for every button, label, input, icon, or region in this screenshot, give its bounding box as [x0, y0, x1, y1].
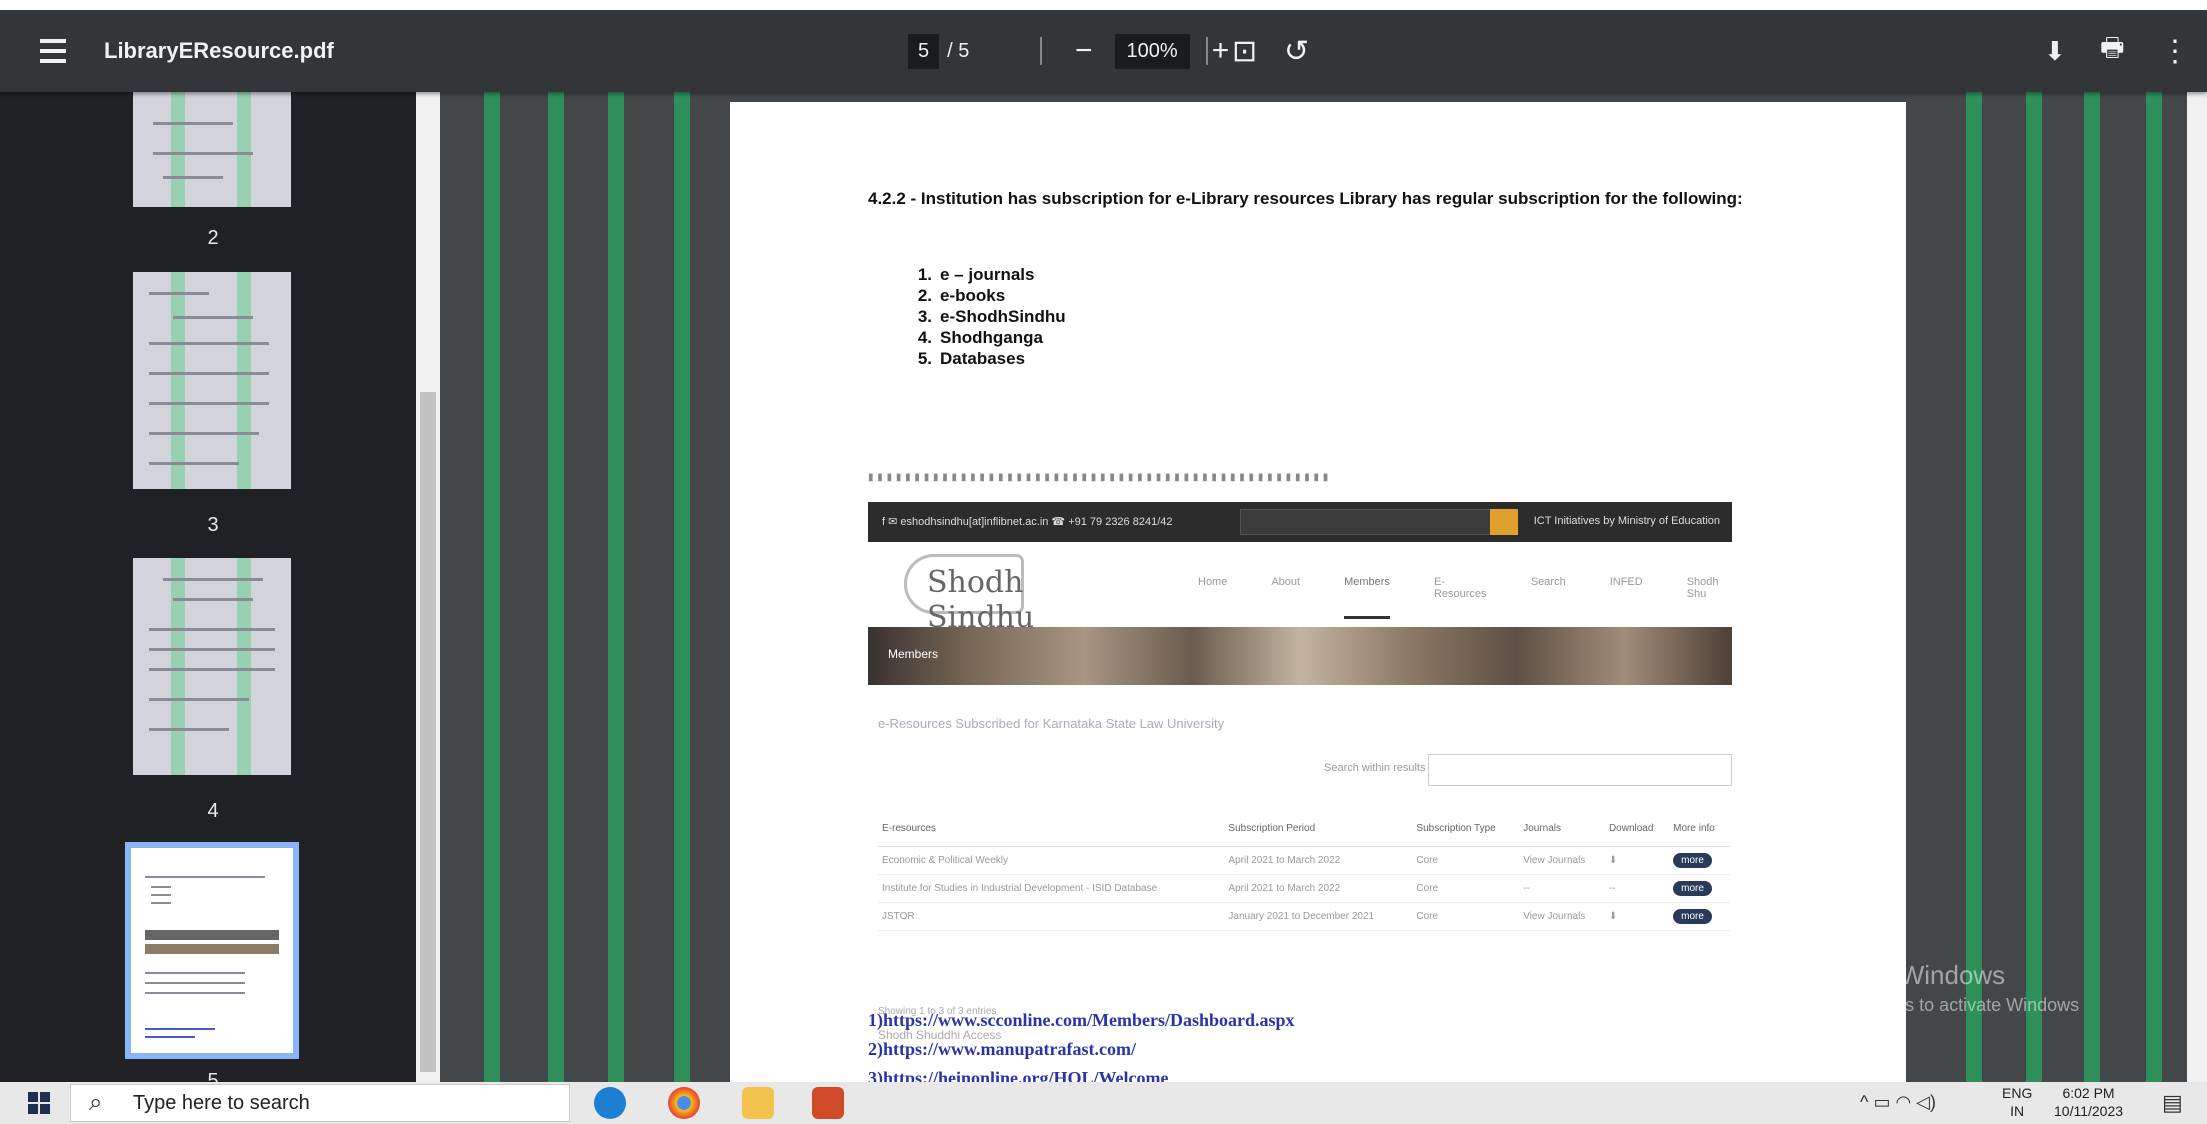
link[interactable]: 1)https://www.scconline.com/Members/Dash…: [868, 1006, 1295, 1035]
browser-bookmarks-bar: ▮ ▮ ▮ ▮ ▮ ▮ ▮ ▮ ▮ ▮ ▮ ▮ ▮ ▮ ▮ ▮ ▮ ▮ ▮ ▮ …: [868, 472, 1329, 483]
taskbar-search-input[interactable]: ⌕ Type here to search: [70, 1084, 570, 1122]
system-tray-icons[interactable]: ^ ▭ ◠ ◁): [1860, 1092, 1936, 1113]
zoom-out-button[interactable]: −: [1075, 34, 1093, 68]
thumbnail-page-3[interactable]: [133, 272, 291, 489]
thumbnail-page-5[interactable]: [125, 842, 299, 1059]
list-item: 3. e-ShodhSindhu: [917, 307, 1066, 326]
search-within-label: Search within results: [1324, 762, 1426, 774]
more-actions-icon[interactable]: ⋮: [2160, 10, 2190, 92]
download-icon: ⬇: [1604, 846, 1670, 875]
thumbnail-label: 2: [207, 227, 219, 249]
clock[interactable]: 6:02 PM 10/11/2023: [2054, 1084, 2123, 1120]
thumbnail-sidebar: 2 3 4 5: [0, 92, 440, 1092]
search-within-input: [1428, 754, 1732, 786]
chrome-icon[interactable]: [668, 1087, 700, 1119]
document-viewer: 4.2.2 - Institution has subscription for…: [440, 92, 2207, 1082]
sidebar-scrollbar[interactable]: [416, 92, 440, 1082]
link[interactable]: 3)https://heinonline.org/HOL/Welcome: [868, 1064, 1295, 1082]
more-info-button: more: [1673, 908, 1712, 924]
table-row: Institute for Studies in Industrial Deve…: [878, 874, 1730, 903]
column-header: Journals: [1519, 812, 1605, 847]
table-row: JSTOR January 2021 to December 2021 Core…: [878, 902, 1730, 931]
column-header: More info: [1669, 812, 1730, 847]
menu-icon[interactable]: [40, 10, 66, 92]
list-item: 4. Shodhganga: [917, 328, 1043, 347]
column-header: Subscription Period: [1224, 812, 1413, 847]
zoom-in-button[interactable]: +: [1212, 34, 1230, 68]
shodhsindhu-logo: Shodh Sindhu: [904, 554, 1034, 635]
thumbnail-page-2[interactable]: [133, 92, 291, 207]
nav-item: E-Resources: [1433, 576, 1487, 600]
page-total: / 5: [947, 39, 970, 62]
resource-links: 1)https://www.scconline.com/Members/Dash…: [868, 1006, 1295, 1082]
results-title: e-Resources Subscribed for Karnataka Sta…: [878, 716, 1225, 731]
thumbnail-page-4[interactable]: [133, 558, 291, 775]
embedded-screenshot: ▮ ▮ ▮ ▮ ▮ ▮ ▮ ▮ ▮ ▮ ▮ ▮ ▮ ▮ ▮ ▮ ▮ ▮ ▮ ▮ …: [868, 472, 1732, 1042]
site-topbar: f ✉ eshodhsindhu[at]inflibnet.ac.in ☎ +9…: [868, 502, 1732, 542]
toolbar-divider: [1206, 10, 1208, 92]
language-indicator[interactable]: ENG IN: [2002, 1084, 2032, 1120]
more-info-button: more: [1673, 852, 1712, 868]
pdf-page: 4.2.2 - Institution has subscription for…: [730, 102, 1906, 1082]
list-item: 2. e-books: [917, 286, 1006, 305]
rotate-icon[interactable]: ↺: [1284, 10, 1309, 92]
table-row: Economic & Political Weekly April 2021 t…: [878, 846, 1730, 875]
column-header: Subscription Type: [1412, 812, 1520, 847]
site-nav: Shodh Sindhu Home About Members E-Resour…: [868, 544, 1732, 635]
download-icon: ⬇: [1604, 902, 1670, 931]
thumbnail-label: 3: [207, 514, 219, 536]
column-header: Download: [1604, 812, 1670, 847]
nav-item: INFED: [1609, 576, 1643, 588]
toolbar-divider: [1040, 10, 1042, 92]
media-app-icon[interactable]: [812, 1087, 844, 1119]
eresources-table: E-resources Subscription Period Subscrip…: [878, 812, 1730, 931]
more-info-button: more: [1673, 880, 1712, 896]
viewer-scrollbar[interactable]: [2187, 92, 2207, 1082]
nav-item: Search: [1530, 576, 1566, 588]
nav-item: About: [1271, 576, 1301, 588]
screen: LibraryEResource.pdf 5 / 5 − 100% + ⊡ ↺ …: [0, 10, 2207, 1124]
page-indicator: 5 / 5: [908, 10, 969, 92]
section-heading: 4.2.2 - Institution has subscription for…: [868, 189, 1743, 208]
nav-item-active: Members: [1344, 576, 1390, 619]
members-banner: Members: [868, 627, 1732, 685]
page-number-input[interactable]: 5: [908, 33, 940, 69]
edge-icon[interactable]: [594, 1087, 626, 1119]
search-icon: ⌕: [89, 1089, 103, 1116]
document-title: LibraryEResource.pdf: [104, 38, 334, 63]
print-icon[interactable]: 🖶: [2100, 10, 2125, 92]
ict-link: ICT Initiatives by Ministry of Education: [1533, 515, 1720, 527]
zoom-level-input[interactable]: 100%: [1114, 33, 1190, 69]
windows-start-icon[interactable]: [28, 1092, 50, 1114]
thumbnail-label: 4: [207, 800, 219, 822]
list-item: 1. e – journals: [917, 265, 1035, 284]
nav-item: Shodh Shu: [1686, 576, 1719, 600]
download-icon[interactable]: ⬇: [2044, 10, 2066, 92]
nav-item: Home: [1198, 576, 1228, 588]
activate-windows-watermark: Activate Windows Go to Settings to activ…: [1800, 960, 2080, 1015]
site-search-button: [1490, 509, 1518, 535]
resource-list: 1. e – journals 2. e-books 3. e-ShodhSindhu…: [898, 264, 1066, 369]
link[interactable]: 2)https://www.manupatrafast.com/: [868, 1035, 1295, 1064]
contact-info: f ✉ eshodhsindhu[at]inflibnet.ac.in ☎ +9…: [882, 516, 1173, 528]
notification-icon[interactable]: ▤: [2162, 1090, 2183, 1116]
fit-page-icon[interactable]: ⊡: [1232, 10, 1257, 92]
pdf-toolbar: LibraryEResource.pdf 5 / 5 − 100% + ⊡ ↺ …: [0, 10, 2207, 92]
file-explorer-icon[interactable]: [742, 1087, 774, 1119]
list-item: 5. Databases: [917, 349, 1026, 368]
taskbar: ⌕ Type here to search ^ ▭ ◠ ◁) ENG IN 6:…: [0, 1082, 2207, 1124]
column-header: E-resources: [878, 812, 1225, 847]
site-search-input: [1240, 509, 1492, 535]
